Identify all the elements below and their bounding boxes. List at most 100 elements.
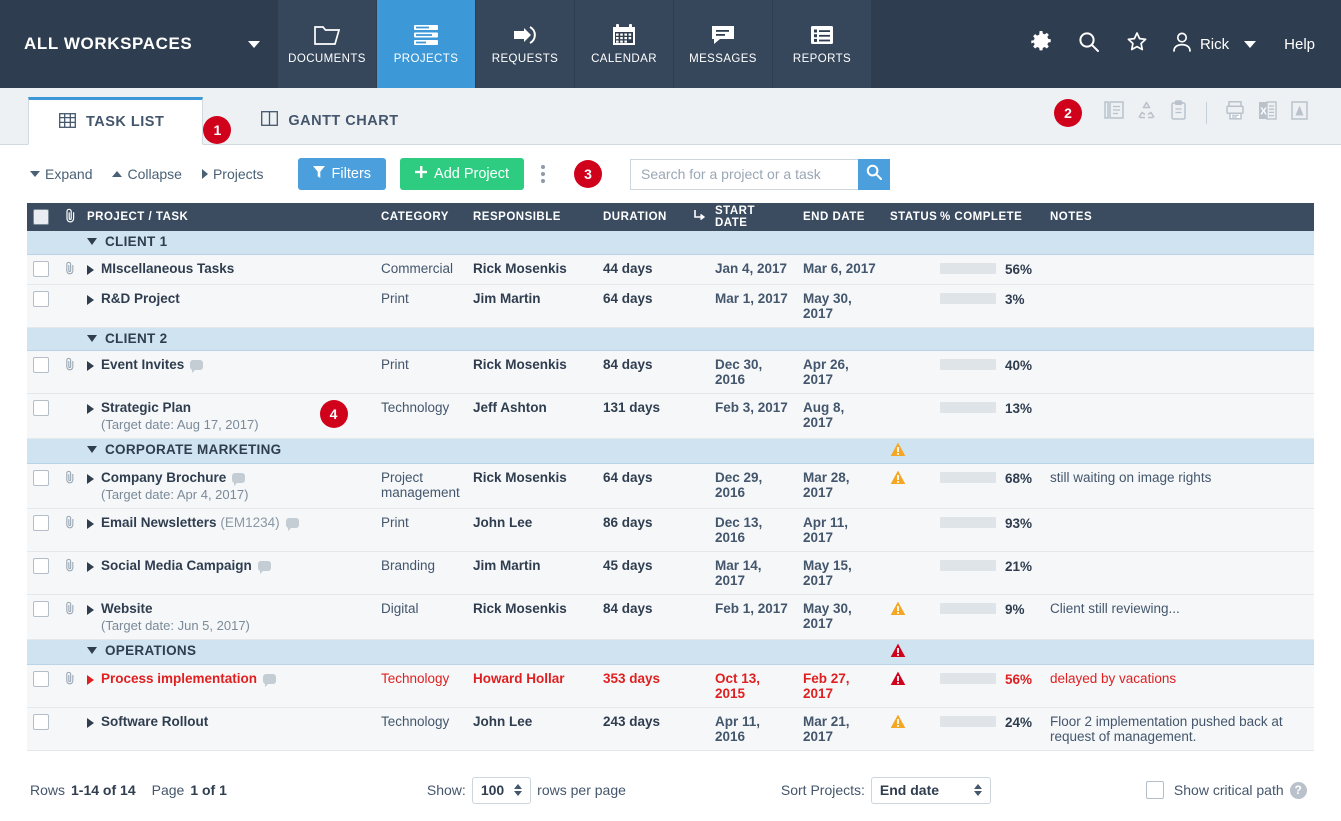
- table-row[interactable]: Company Brochure(Target date: Apr 4, 201…: [27, 463, 1314, 508]
- task-name[interactable]: Email Newsletters: [101, 515, 217, 530]
- paperclip-icon[interactable]: [65, 517, 75, 532]
- row-attachment-cell[interactable]: [59, 393, 81, 438]
- collapse-group-icon[interactable]: [87, 647, 97, 654]
- filters-button[interactable]: Filters: [298, 158, 386, 190]
- nav-item-documents[interactable]: DOCUMENTS: [278, 0, 377, 88]
- row-attachment-cell[interactable]: [59, 707, 81, 750]
- paperclip-icon[interactable]: [65, 263, 75, 278]
- print-button[interactable]: [1219, 96, 1251, 130]
- row-attachment-cell[interactable]: [59, 463, 81, 508]
- row-checkbox[interactable]: [33, 671, 49, 687]
- comment-icon[interactable]: [232, 473, 245, 483]
- expand-task-icon[interactable]: [87, 265, 94, 275]
- tab-gantt-chart[interactable]: GANTT CHART: [231, 97, 428, 144]
- expand-task-icon[interactable]: [87, 295, 94, 305]
- row-task-cell[interactable]: Website(Target date: Jun 5, 2017): [81, 594, 375, 639]
- row-attachment-cell[interactable]: [59, 594, 81, 639]
- task-name[interactable]: Software Rollout: [101, 714, 208, 729]
- collapse-group-icon[interactable]: [87, 335, 97, 342]
- group-name-cell[interactable]: CORPORATE MARKETING: [81, 438, 884, 463]
- nav-item-reports[interactable]: REPORTS: [773, 0, 872, 88]
- col-duration[interactable]: DURATION: [597, 203, 687, 231]
- task-name[interactable]: Event Invites: [101, 357, 184, 372]
- paperclip-icon[interactable]: [65, 472, 75, 487]
- row-checkbox[interactable]: [33, 261, 49, 277]
- row-checkbox-cell[interactable]: [27, 254, 59, 284]
- workspace-selector[interactable]: ALL WORKSPACES: [0, 0, 278, 88]
- select-all-checkbox[interactable]: [33, 209, 49, 225]
- row-checkbox-cell[interactable]: [27, 551, 59, 594]
- table-row[interactable]: Event InvitesPrintRick Mosenkis84 daysDe…: [27, 350, 1314, 393]
- rows-per-page-select[interactable]: 100: [472, 777, 531, 804]
- nav-item-requests[interactable]: REQUESTS: [476, 0, 575, 88]
- collapse-group-icon[interactable]: [87, 238, 97, 245]
- sort-select[interactable]: End date: [871, 777, 991, 804]
- col-category[interactable]: CATEGORY: [375, 203, 467, 231]
- row-checkbox[interactable]: [33, 558, 49, 574]
- export-pdf-button[interactable]: [1283, 96, 1315, 130]
- group-name-cell[interactable]: OPERATIONS: [81, 639, 884, 664]
- user-menu[interactable]: Rick: [1161, 0, 1270, 88]
- collapse-group-icon[interactable]: [87, 446, 97, 453]
- row-checkbox[interactable]: [33, 357, 49, 373]
- row-task-cell[interactable]: Software Rollout: [81, 707, 375, 750]
- row-attachment-cell[interactable]: [59, 254, 81, 284]
- nav-item-calendar[interactable]: CALENDAR: [575, 0, 674, 88]
- group-row[interactable]: CLIENT 1: [27, 231, 1314, 254]
- table-row[interactable]: MIscellaneous TasksCommercialRick Mosenk…: [27, 254, 1314, 284]
- more-options-button[interactable]: [530, 158, 556, 190]
- help-link[interactable]: Help: [1270, 0, 1323, 88]
- row-task-cell[interactable]: Event Invites: [81, 350, 375, 393]
- task-name[interactable]: R&D Project: [101, 291, 180, 306]
- paperclip-icon[interactable]: [65, 560, 75, 575]
- row-checkbox-cell[interactable]: [27, 707, 59, 750]
- row-attachment-cell[interactable]: [59, 664, 81, 707]
- expand-task-icon[interactable]: [87, 675, 94, 685]
- col-notes[interactable]: NOTES: [1044, 203, 1314, 231]
- paperclip-icon[interactable]: [65, 359, 75, 374]
- row-attachment-cell[interactable]: [59, 508, 81, 551]
- comment-icon[interactable]: [263, 674, 276, 684]
- comment-icon[interactable]: [190, 360, 203, 370]
- table-row[interactable]: Social Media CampaignBrandingJim Martin4…: [27, 551, 1314, 594]
- row-task-cell[interactable]: Process implementation: [81, 664, 375, 707]
- select-all-header[interactable]: [27, 203, 59, 231]
- row-checkbox-cell[interactable]: [27, 393, 59, 438]
- expand-task-icon[interactable]: [87, 605, 94, 615]
- comment-icon[interactable]: [258, 561, 271, 571]
- clipboard-button[interactable]: [1162, 96, 1194, 130]
- group-name-cell[interactable]: CLIENT 1: [81, 231, 884, 254]
- row-attachment-cell[interactable]: [59, 551, 81, 594]
- add-project-button[interactable]: Add Project: [400, 158, 524, 190]
- row-checkbox-cell[interactable]: [27, 463, 59, 508]
- expand-task-icon[interactable]: [87, 562, 94, 572]
- row-task-cell[interactable]: Social Media Campaign: [81, 551, 375, 594]
- favorites-button[interactable]: [1113, 0, 1161, 88]
- row-task-cell[interactable]: R&D Project: [81, 284, 375, 327]
- col-percent-complete[interactable]: % COMPLETE: [934, 203, 1044, 231]
- row-checkbox-cell[interactable]: [27, 594, 59, 639]
- row-task-cell[interactable]: MIscellaneous Tasks: [81, 254, 375, 284]
- table-row[interactable]: Strategic Plan(Target date: Aug 17, 2017…: [27, 393, 1314, 438]
- row-task-cell[interactable]: Company Brochure(Target date: Apr 4, 201…: [81, 463, 375, 508]
- row-checkbox-cell[interactable]: [27, 284, 59, 327]
- nav-item-projects[interactable]: PROJECTS: [377, 0, 476, 88]
- expand-task-icon[interactable]: [87, 519, 94, 529]
- task-name[interactable]: Strategic Plan: [101, 400, 191, 415]
- row-checkbox[interactable]: [33, 515, 49, 531]
- row-checkbox-cell[interactable]: [27, 350, 59, 393]
- expand-task-icon[interactable]: [87, 361, 94, 371]
- task-name[interactable]: Process implementation: [101, 671, 257, 686]
- table-row[interactable]: Website(Target date: Jun 5, 2017)Digital…: [27, 594, 1314, 639]
- col-project-task[interactable]: PROJECT / TASK: [81, 203, 375, 231]
- row-checkbox-cell[interactable]: [27, 664, 59, 707]
- group-row[interactable]: OPERATIONS: [27, 639, 1314, 664]
- paperclip-icon[interactable]: [65, 603, 75, 618]
- row-checkbox[interactable]: [33, 714, 49, 730]
- row-attachment-cell[interactable]: [59, 350, 81, 393]
- search-submit-button[interactable]: [858, 159, 890, 190]
- group-row[interactable]: CLIENT 2: [27, 327, 1314, 350]
- row-checkbox[interactable]: [33, 601, 49, 617]
- task-name[interactable]: Social Media Campaign: [101, 558, 252, 573]
- row-task-cell[interactable]: Email Newsletters (EM1234): [81, 508, 375, 551]
